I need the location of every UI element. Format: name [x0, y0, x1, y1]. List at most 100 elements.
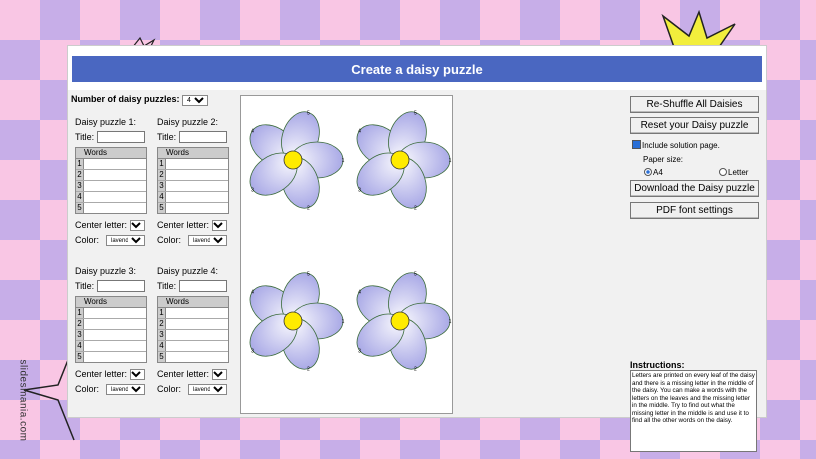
- center-letter-label: Center letter:: [75, 369, 128, 379]
- title-input[interactable]: [179, 280, 227, 292]
- color-select[interactable]: lavender: [106, 384, 145, 395]
- word-input[interactable]: [84, 330, 146, 340]
- paper-a4-radio[interactable]: [644, 168, 652, 176]
- leaf-number: 2: [414, 206, 417, 212]
- paper-letter-option[interactable]: Letter: [719, 168, 748, 177]
- color-select[interactable]: lavender: [106, 235, 145, 246]
- word-row-number: 4: [158, 341, 166, 351]
- word-row: 1: [158, 159, 228, 170]
- center-letter-select[interactable]: [212, 220, 227, 231]
- num-puzzles-select[interactable]: 4: [182, 95, 209, 106]
- words-table: Words 1 2 3 4 5: [75, 296, 147, 363]
- word-input[interactable]: [84, 192, 146, 202]
- word-input[interactable]: [84, 308, 146, 318]
- color-select[interactable]: lavender: [188, 384, 227, 395]
- word-row: 3: [158, 330, 228, 341]
- words-header: Words: [158, 297, 228, 308]
- page-title: Create a daisy puzzle: [72, 56, 762, 82]
- word-input[interactable]: [84, 159, 146, 169]
- words-header: Words: [158, 148, 228, 159]
- word-input[interactable]: [166, 181, 228, 191]
- center-letter-select[interactable]: [212, 369, 227, 380]
- word-row-number: 2: [76, 319, 84, 329]
- download-button[interactable]: Download the Daisy puzzle: [630, 180, 759, 197]
- color-select[interactable]: lavender: [188, 235, 227, 246]
- words-table: Words 1 2 3 4 5: [157, 147, 229, 214]
- leaf-number: 5: [307, 110, 310, 116]
- title-input[interactable]: [179, 131, 227, 143]
- paper-a4-option[interactable]: A4: [644, 168, 663, 177]
- word-row-number: 4: [76, 341, 84, 351]
- word-input[interactable]: [84, 203, 146, 213]
- title-label: Title:: [157, 132, 177, 142]
- leaf-number: 3: [251, 187, 254, 193]
- leaf-number: 1: [342, 158, 345, 164]
- puzzle-title: Daisy puzzle 3:: [75, 266, 137, 276]
- leaf-number: 3: [251, 348, 254, 354]
- instructions-title: Instructions:: [630, 360, 685, 370]
- word-row-number: 5: [76, 203, 84, 213]
- leaf-number: 1: [449, 319, 452, 325]
- daisy-center: [283, 150, 303, 170]
- word-row-number: 5: [76, 352, 84, 362]
- leaf-number: 5: [414, 271, 417, 277]
- daisy-2: 1 2 3 4 5: [356, 110, 452, 212]
- include-solution-option[interactable]: Include solution page.: [632, 140, 720, 150]
- paper-letter-label: Letter: [728, 168, 749, 177]
- leaf-number: 2: [414, 367, 417, 373]
- color-label: Color:: [75, 235, 100, 245]
- word-input[interactable]: [166, 330, 228, 340]
- word-input[interactable]: [84, 352, 146, 362]
- words-table: Words 1 2 3 4 5: [157, 296, 229, 363]
- word-input[interactable]: [166, 170, 228, 180]
- daisy-preview: 1 2 3 4 5 1 2 3 4 5 1 2 3 4 5 1 2 3 4 5: [240, 95, 453, 414]
- daisy-center: [390, 311, 410, 331]
- word-row-number: 2: [158, 170, 166, 180]
- word-input[interactable]: [84, 181, 146, 191]
- puzzle-title: Daisy puzzle 2:: [157, 117, 219, 127]
- instructions-text: Letters are printed on every leaf of the…: [630, 370, 757, 452]
- leaf-number: 2: [307, 367, 310, 373]
- word-row-number: 4: [76, 192, 84, 202]
- word-input[interactable]: [84, 319, 146, 329]
- word-row-number: 3: [158, 330, 166, 340]
- leaf-number: 4: [358, 290, 361, 296]
- puzzle-title: Daisy puzzle 4:: [157, 266, 219, 276]
- title-label: Title:: [157, 281, 177, 291]
- paper-letter-radio[interactable]: [719, 168, 727, 176]
- word-row: 4: [76, 341, 146, 352]
- word-input[interactable]: [166, 319, 228, 329]
- daisy-3: 1 2 3 4 5: [249, 271, 345, 373]
- title-input[interactable]: [97, 280, 145, 292]
- daisy-preview-svg: 1 2 3 4 5 1 2 3 4 5 1 2 3 4 5 1 2 3 4 5: [249, 110, 452, 373]
- word-input[interactable]: [84, 341, 146, 351]
- word-row-number: 5: [158, 352, 166, 362]
- num-puzzles-row: Number of daisy puzzles: 4: [71, 94, 209, 106]
- title-label: Title:: [75, 281, 95, 291]
- reset-button[interactable]: Reset your Daisy puzzle: [630, 117, 759, 134]
- word-input[interactable]: [166, 352, 228, 362]
- center-letter-select[interactable]: [130, 369, 145, 380]
- include-solution-checkbox[interactable]: [632, 140, 641, 149]
- word-input[interactable]: [84, 170, 146, 180]
- word-row-number: 2: [76, 170, 84, 180]
- word-row-number: 2: [158, 319, 166, 329]
- daisy-center: [390, 150, 410, 170]
- word-row: 1: [158, 308, 228, 319]
- word-row-number: 3: [158, 181, 166, 191]
- reshuffle-button[interactable]: Re-Shuffle All Daisies: [630, 96, 759, 113]
- app-window: Create a daisy puzzle Number of daisy pu…: [68, 46, 766, 452]
- word-input[interactable]: [166, 192, 228, 202]
- color-label: Color:: [75, 384, 100, 394]
- center-letter-select[interactable]: [130, 220, 145, 231]
- word-input[interactable]: [166, 341, 228, 351]
- word-input[interactable]: [166, 203, 228, 213]
- title-input[interactable]: [97, 131, 145, 143]
- pdf-font-settings-button[interactable]: PDF font settings: [630, 202, 759, 219]
- word-input[interactable]: [166, 308, 228, 318]
- leaf-number: 4: [251, 290, 254, 296]
- words-header: Words: [76, 297, 146, 308]
- word-input[interactable]: [166, 159, 228, 169]
- word-row-number: 1: [158, 159, 166, 169]
- center-letter-label: Center letter:: [157, 220, 210, 230]
